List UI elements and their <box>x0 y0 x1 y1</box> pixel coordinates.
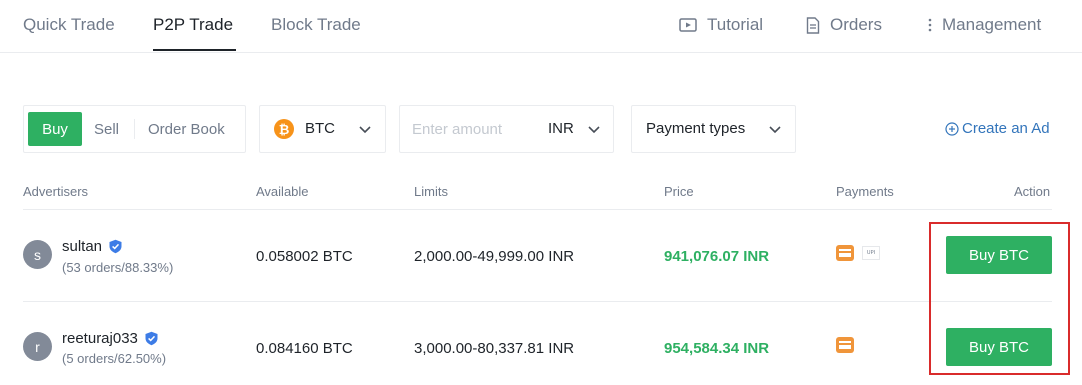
row-divider <box>23 301 1052 302</box>
verified-badge-icon <box>108 239 123 254</box>
active-tab-indicator <box>153 49 236 51</box>
header-price: Price <box>664 184 694 199</box>
more-vertical-icon <box>928 18 932 32</box>
document-icon <box>806 16 820 34</box>
orders-link[interactable]: Orders <box>806 15 882 35</box>
upi-icon: UPI <box>862 246 880 260</box>
tab-quick-trade[interactable]: Quick Trade <box>23 15 115 35</box>
verified-badge-icon <box>144 331 159 346</box>
tab-p2p-trade[interactable]: P2P Trade <box>153 15 233 35</box>
header-advertisers: Advertisers <box>23 184 89 199</box>
bank-transfer-icon <box>836 245 854 261</box>
currency-label[interactable]: INR <box>548 120 574 137</box>
bitcoin-icon: ₿ <box>274 119 294 139</box>
top-nav: Quick Trade P2P Trade Block Trade Tutori… <box>0 0 1082 53</box>
tab-block-trade[interactable]: Block Trade <box>271 15 361 35</box>
advertiser-name: sultan <box>62 238 103 255</box>
tutorial-link[interactable]: Tutorial <box>679 15 763 35</box>
bank-transfer-icon <box>836 337 854 353</box>
chevron-down-icon <box>359 126 371 134</box>
row-divider <box>23 209 1052 210</box>
amount-input[interactable] <box>412 118 532 140</box>
advertiser-name-link[interactable]: sultan <box>62 238 123 255</box>
header-limits: Limits <box>414 184 448 199</box>
payment-types-label: Payment types <box>646 120 746 137</box>
tutorial-label: Tutorial <box>707 15 764 34</box>
side-selector: Buy Sell Order Book <box>23 105 246 153</box>
advertiser-name-link[interactable]: reeturaj033 <box>62 330 159 347</box>
sell-tab[interactable]: Sell <box>94 112 119 146</box>
create-ad-link[interactable]: Create an Ad <box>945 120 1050 137</box>
order-limits: 3,000.00-80,337.81 INR <box>414 340 575 357</box>
payment-types-select[interactable]: Payment types <box>631 105 796 153</box>
avatar: s <box>23 240 52 269</box>
price: 941,076.07 INR <box>664 248 770 265</box>
management-label: Management <box>942 15 1042 34</box>
order-limits: 2,000.00-49,999.00 INR <box>414 248 575 265</box>
create-ad-label: Create an Ad <box>962 120 1050 137</box>
coin-label: BTC <box>305 120 335 137</box>
header-available: Available <box>256 184 309 199</box>
avatar: r <box>23 332 52 361</box>
advertiser-stats: (53 orders/88.33%) <box>62 260 174 275</box>
coin-select[interactable]: ₿ BTC <box>259 105 386 153</box>
available-amount: 0.058002 BTC <box>256 248 353 265</box>
highlight-box <box>929 222 1070 375</box>
buy-tab[interactable]: Buy <box>28 112 82 146</box>
video-play-icon <box>679 18 697 32</box>
orders-label: Orders <box>830 15 882 34</box>
management-link[interactable]: Management <box>928 15 1041 35</box>
divider <box>134 119 135 139</box>
header-payments: Payments <box>836 184 894 199</box>
chevron-down-icon <box>769 126 781 134</box>
plus-circle-icon <box>945 121 959 136</box>
chevron-down-icon[interactable] <box>585 120 603 138</box>
advertiser-name: reeturaj033 <box>62 330 138 347</box>
amount-filter: INR <box>399 105 614 153</box>
price: 954,584.34 INR <box>664 340 770 357</box>
header-action: Action <box>1014 184 1051 199</box>
available-amount: 0.084160 BTC <box>256 340 353 357</box>
order-book-tab[interactable]: Order Book <box>148 112 225 146</box>
advertiser-stats: (5 orders/62.50%) <box>62 351 167 366</box>
